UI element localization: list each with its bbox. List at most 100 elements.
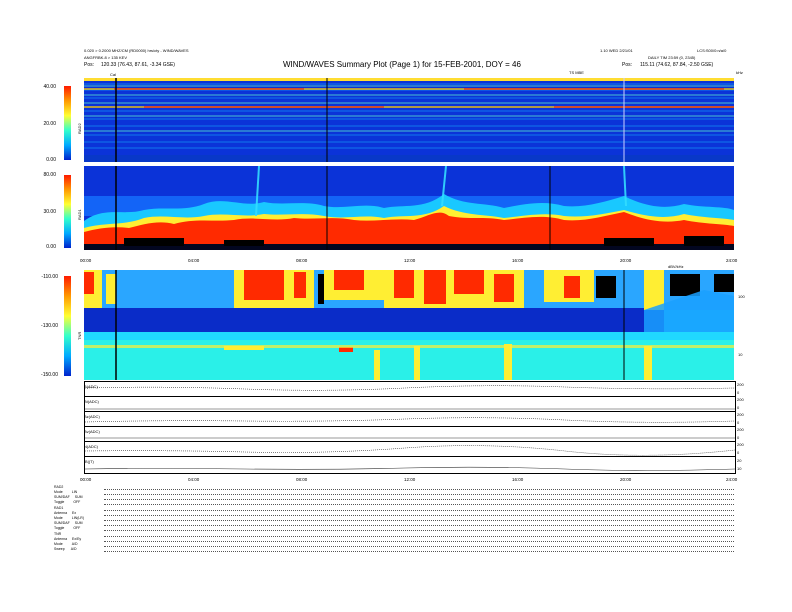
footer-key: RAD2 [54, 485, 64, 489]
footer-key: SUM/DAF [54, 521, 70, 525]
footer-value: Ex/Ey [72, 537, 82, 541]
footer-row: Mode LIN(LR) [54, 516, 84, 520]
line-label-b: B(ADC) [84, 384, 98, 389]
footer-row: SUM/DAF SUM [54, 495, 83, 499]
footer-key: Sweep [54, 547, 65, 551]
bottom-xtick-1: 04:00 [188, 477, 200, 482]
rad2-ytick-bottom: 0.00 [46, 157, 56, 163]
rad2-ytick-top: 40.00 [43, 84, 56, 90]
line-panel-bt [84, 396, 736, 412]
header-right-line1b: LCS:S00/0:n/a/0 [697, 48, 727, 53]
rad1-ytick-bottom: 0.00 [46, 244, 56, 250]
tnr-spectrogram [84, 270, 734, 380]
rad1-xtick-4: 16:00 [512, 258, 524, 263]
line-panel-n [84, 441, 736, 457]
tnr-ytick-top: -110.00 [41, 274, 58, 280]
rad2-colorbar [64, 86, 71, 160]
line-label-bv: Bv(ADC) [84, 429, 100, 434]
rad1-xtick-2: 08:00 [296, 258, 308, 263]
rad1-ytick-mid: 30.00 [43, 209, 56, 215]
footer-value: SUM [74, 495, 83, 499]
header-right-pos: 115.11 (74.62, 87.84, -2.50 GSE) [640, 62, 714, 68]
bottom-xtick-5: 20:00 [620, 477, 632, 482]
line-rtick-bt-top: 200 [737, 397, 744, 402]
tnr-label: TNR [77, 331, 82, 340]
footer-key: Antenna [54, 537, 68, 541]
footer-key: Mode [54, 542, 63, 546]
footer-row: RAD1 [54, 506, 63, 510]
line-label-bt: Bt(ADC) [84, 399, 99, 404]
cal-label: Cal [110, 72, 117, 77]
footer-row: RAD2 [54, 485, 63, 489]
tnr-ytick-bottom: -150.00 [41, 372, 58, 378]
line-rtick-n-bot: 0 [737, 450, 740, 455]
footer-row: SUM/DAF SUM [54, 521, 83, 525]
bottom-xtick-0: 00:00 [80, 477, 92, 482]
rad2-ytick-mid: 20.00 [43, 121, 56, 127]
footer-value: A/D [71, 542, 78, 546]
footer-value: SUM [74, 521, 83, 525]
rad1-spectrogram [84, 166, 734, 250]
line-rtick-b-bot: 0 [737, 390, 740, 395]
footer-key: Mode [54, 516, 63, 520]
footer-dotline [104, 541, 734, 542]
bottom-xtick-3: 12:00 [404, 477, 416, 482]
rad1-xtick-3: 12:00 [404, 258, 416, 263]
footer-key: RAD1 [54, 506, 64, 510]
tnr-right-tick-100: 100 [738, 294, 745, 299]
plot-title: WIND/WAVES Summary Plot (Page 1) for 15-… [283, 60, 521, 69]
footer-value: OFF [73, 526, 81, 530]
line-rtick-bv-bot: 0 [737, 435, 740, 440]
footer-key: TNR [54, 532, 62, 536]
footer-dotline [104, 536, 734, 537]
line-panel-bv [84, 426, 736, 442]
footer-row: Toggle OFF [54, 526, 80, 530]
rad1-ytick-top: 80.00 [43, 172, 56, 178]
footer-key: Antenna [54, 511, 68, 515]
header-left-pos: 120.33 (76.43, 87.61, -3.34 GSE) [101, 62, 175, 68]
footer-row: Mode A/D [54, 542, 78, 546]
footer-row: Toggle OFF [54, 500, 80, 504]
footer-row: Sweep A/D [54, 547, 77, 551]
footer-dotline [104, 530, 734, 531]
footer-dotline [104, 499, 734, 500]
footer-dotline [104, 520, 734, 521]
header-left-line2: ANGFRBK.8 > 135 KEV [84, 55, 128, 60]
line-rtick-bz-bot: 0 [737, 420, 740, 425]
line-panel-absb [84, 456, 736, 474]
rad1-xtick-0: 00:00 [80, 258, 92, 263]
footer-key: Mode [54, 490, 63, 494]
footer-key: SUM/DAF [54, 495, 70, 499]
tnr-right-tick-10: 10 [738, 352, 743, 357]
line-rtick-absb-top: 20 [737, 458, 742, 463]
line-rtick-bv-top: 200 [737, 427, 744, 432]
rad1-xtick-6: 24:00 [726, 258, 738, 263]
footer-dotline [104, 494, 734, 495]
footer-value: A/D [70, 547, 77, 551]
rad1-xtick-5: 20:00 [620, 258, 632, 263]
footer-dotline [104, 546, 734, 547]
line-rtick-bz-top: 200 [737, 412, 744, 417]
line-rtick-bt-bot: 0 [737, 405, 740, 410]
rad1-colorbar [64, 175, 71, 248]
tnr-ytick-mid: -130.00 [41, 323, 58, 329]
footer-value: LIN(LR) [71, 516, 85, 520]
rad2-label: RAD2 [77, 123, 82, 134]
header-right-line1a: 1.10 WED 2/21/01 [600, 48, 633, 53]
footer-row: Antenna Ex [54, 511, 76, 515]
line-label-bz: Bz(ADC) [84, 414, 100, 419]
line-rtick-n-top: 200 [737, 442, 744, 447]
footer-key: Toggle [54, 500, 65, 504]
ts-label: TS MBE [569, 70, 584, 75]
line-rtick-absb-bot: 10 [737, 466, 742, 471]
footer-row: Mode LIN [54, 490, 77, 494]
line-panel-bz [84, 411, 736, 427]
footer-value: Ex [72, 511, 77, 515]
footer-dotline [104, 504, 734, 505]
tnr-colorbar [64, 276, 71, 376]
footer-value: LIN [71, 490, 78, 494]
footer-dotline [104, 489, 734, 490]
header-left-line1: 0.020 > 0.2000 MHZ/CM (RD0000) hrs/cty -… [84, 48, 189, 53]
footer-value: OFF [73, 500, 81, 504]
tnr-right-label: dBV/kHz [668, 264, 684, 269]
